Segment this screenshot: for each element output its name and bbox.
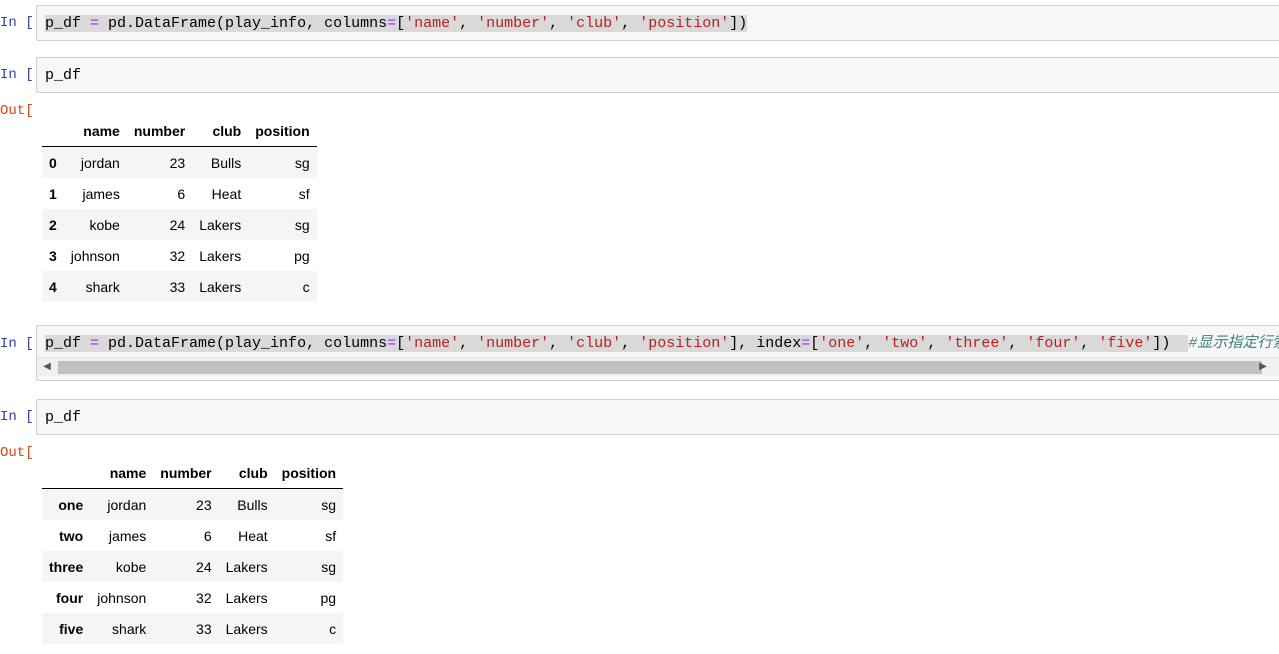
column-header: club — [192, 115, 249, 147]
row-index: three — [49, 558, 84, 575]
table-cell: kobe — [115, 558, 147, 575]
index-header — [42, 115, 64, 147]
column-header: name — [90, 457, 154, 489]
table-cell: Lakers — [225, 558, 268, 575]
dataframe-output-31: name number club position one jordan 23 Bul… — [42, 457, 344, 644]
table-cell: Heat — [238, 527, 268, 544]
table-cell: jordan — [107, 496, 147, 513]
output-prompt: Out[29]: — [0, 103, 34, 119]
table-cell: sg — [321, 496, 337, 513]
row-index: 1 — [49, 185, 57, 202]
table-cell: 33 — [196, 620, 212, 637]
row-index: 0 — [49, 154, 57, 171]
table-cell: jordan — [80, 154, 120, 171]
table-cell: Lakers — [225, 620, 268, 637]
table-cell: johnson — [97, 589, 147, 606]
table-cell: Lakers — [199, 247, 242, 264]
input-prompt: In [28]: — [0, 15, 34, 31]
scrollbar-thumb[interactable] — [58, 361, 1262, 374]
code-cell-28[interactable]: p_df = pd.DataFrame(play_info, columns=[… — [36, 5, 1279, 41]
table-cell: sf — [298, 185, 310, 202]
table-row: five shark 33 Lakers c — [42, 613, 344, 644]
table-cell: sg — [321, 558, 337, 575]
table-cell: 32 — [169, 247, 186, 264]
input-prompt: In [30]: — [0, 336, 34, 352]
table-cell: 24 — [196, 558, 212, 575]
table-cell: c — [302, 278, 310, 295]
code-cell-29[interactable]: p_df — [36, 57, 1279, 93]
table-row: 3 johnson 32 Lakers pg — [42, 240, 317, 271]
code-line[interactable]: p_df = pd.DataFrame(play_info, columns=[… — [45, 15, 748, 33]
table-cell: Bulls — [237, 496, 268, 513]
table-cell: Lakers — [199, 278, 242, 295]
output-prompt: Out[31]: — [0, 445, 34, 461]
table-row: four johnson 32 Lakers pg — [42, 582, 343, 613]
table-cell: pg — [294, 247, 310, 264]
code-line[interactable]: p_df — [45, 67, 81, 85]
scroll-left-arrow-icon[interactable]: ◀ — [37, 358, 57, 376]
table-cell: 23 — [196, 496, 212, 513]
table-row: three kobe 24 Lakers sg — [42, 551, 344, 582]
row-index: 4 — [49, 278, 57, 295]
row-index: one — [58, 496, 84, 513]
column-header: number — [153, 457, 219, 489]
table-cell: pg — [320, 589, 337, 606]
table-cell: james — [108, 527, 147, 544]
table-cell: kobe — [89, 216, 120, 233]
table-cell: c — [329, 620, 337, 637]
code-line[interactable]: p_df = pd.DataFrame(play_info, columns=[… — [45, 335, 1279, 353]
table-cell: 23 — [169, 154, 186, 171]
column-header: number — [126, 115, 193, 147]
table-row: 4 shark 33 Lakers c — [42, 271, 317, 302]
code-cell-30[interactable]: p_df = pd.DataFrame(play_info, columns=[… — [36, 325, 1279, 381]
table-cell: 6 — [177, 185, 186, 202]
code-comment: #显示指定行索引 — [1188, 335, 1279, 352]
row-index: 3 — [49, 247, 57, 264]
scroll-right-arrow-icon[interactable]: ▶ — [1253, 358, 1273, 376]
horizontal-scrollbar[interactable]: ◀ ▶ — [37, 357, 1279, 376]
table-header-row: name number club position — [42, 115, 317, 147]
row-index: 2 — [49, 216, 57, 233]
input-prompt: In [29]: — [0, 67, 34, 83]
table-cell: 33 — [169, 278, 186, 295]
table-row: 0 jordan 23 Bulls sg — [42, 146, 317, 178]
table-cell: johnson — [70, 247, 120, 264]
table-cell: Lakers — [199, 216, 242, 233]
column-header: name — [63, 115, 127, 147]
table-cell: Bulls — [210, 154, 242, 171]
table-cell: 6 — [203, 527, 212, 544]
table-cell: sg — [294, 216, 310, 233]
code-line[interactable]: p_df — [45, 409, 81, 427]
index-header — [42, 457, 91, 489]
code-cell-31[interactable]: p_df — [36, 399, 1279, 435]
table-cell: sg — [294, 154, 310, 171]
dataframe-output-29: name number club position 0 jordan 23 Bulls… — [42, 115, 317, 302]
table-row: 1 james 6 Heat sf — [42, 178, 317, 209]
table-cell: shark — [85, 278, 120, 295]
column-header: position — [274, 457, 344, 489]
row-index: five — [59, 620, 84, 637]
table-cell: shark — [112, 620, 147, 637]
table-cell: Lakers — [225, 589, 268, 606]
table-row: 2 kobe 24 Lakers sg — [42, 209, 317, 240]
column-header: club — [218, 457, 275, 489]
column-header: position — [248, 115, 317, 147]
table-cell: sf — [325, 527, 337, 544]
table-header-row: name number club position — [42, 457, 344, 489]
table-cell: Heat — [211, 185, 242, 202]
row-index: two — [59, 527, 84, 544]
table-cell: james — [82, 185, 120, 202]
table-row: two james 6 Heat sf — [42, 520, 343, 551]
input-prompt: In [31]: — [0, 409, 34, 425]
table-cell: 24 — [169, 216, 186, 233]
table-row: one jordan 23 Bulls sg — [42, 488, 344, 520]
table-cell: 32 — [196, 589, 212, 606]
row-index: four — [56, 589, 84, 606]
